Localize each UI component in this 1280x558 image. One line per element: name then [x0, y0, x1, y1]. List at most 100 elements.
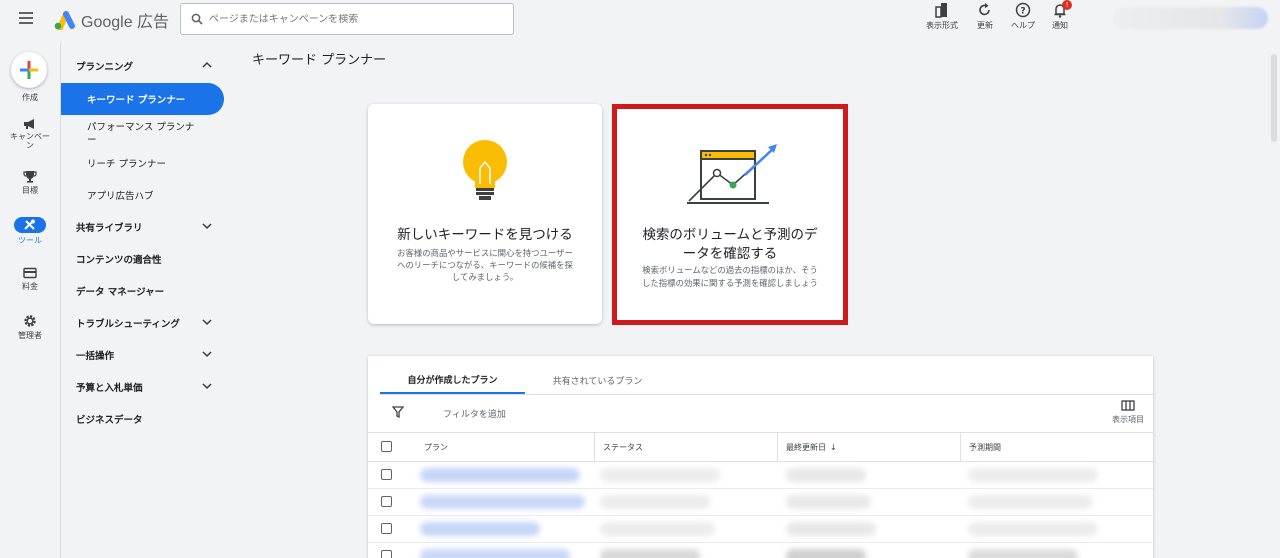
tab-shared-plans[interactable]: 共有されているプラン — [525, 366, 670, 394]
status-blurred — [600, 522, 715, 536]
sort-arrow-icon: ↓ — [830, 443, 837, 452]
nav-data-manager[interactable]: データ マネージャー — [61, 275, 224, 307]
rail-label-goals: 目標 — [22, 186, 38, 195]
card-desc-line-3: してみましょう。 — [451, 272, 519, 282]
card-desc-line-1: お客様の商品やサービスに関心を持つユーザー — [397, 248, 573, 258]
rail-item-goals[interactable]: 目標 — [0, 170, 60, 196]
refresh-button[interactable]: 更新 — [977, 2, 993, 31]
row-checkbox[interactable] — [381, 496, 392, 507]
plan-name-blurred[interactable] — [420, 522, 540, 536]
nav-shared-library[interactable]: 共有ライブラリ — [61, 211, 224, 243]
megaphone-icon — [24, 119, 34, 129]
highlight-frame — [612, 104, 848, 325]
help-button[interactable]: ? ヘルプ — [1011, 2, 1035, 31]
nav-label: データ マネージャー — [76, 287, 165, 298]
column-header-status[interactable]: ステータス — [594, 433, 778, 462]
table-row[interactable] — [368, 516, 1153, 543]
nav-label: パフォーマンス プランナ ー — [87, 122, 195, 146]
credit-card-icon — [23, 267, 37, 279]
create-label: 作成 — [22, 93, 38, 102]
chevron-down-icon — [202, 319, 212, 326]
plan-name-blurred[interactable] — [420, 495, 585, 509]
table-row[interactable] — [368, 489, 1153, 516]
notifications-button[interactable]: ! 通知 — [1052, 0, 1072, 31]
status-blurred — [600, 549, 700, 558]
nav-keyword-planner[interactable]: キーワード プランナー — [61, 83, 224, 115]
plan-name-blurred[interactable] — [420, 468, 580, 482]
notification-badge: ! — [1062, 0, 1072, 10]
menu-icon[interactable] — [19, 12, 39, 28]
nav-label: プランニング — [76, 62, 134, 73]
nav-label: ビジネスデータ — [76, 415, 143, 426]
discover-keywords-card[interactable]: 新しいキーワードを見つける お客様の商品やサービスに関心を持つユーザー へのリー… — [368, 104, 602, 324]
rail-item-campaigns[interactable]: キャンペー ン — [0, 118, 60, 150]
tab-label: 自分が作成したプラン — [407, 375, 498, 386]
filter-icon[interactable] — [392, 406, 404, 418]
search-icon — [191, 13, 203, 25]
column-header-label: 予測期間 — [969, 443, 1001, 452]
nav-reach-planner[interactable]: リーチ プランナー — [61, 147, 224, 179]
period-blurred — [968, 549, 1078, 558]
help-label: ヘルプ — [1011, 21, 1035, 30]
scrollbar-thumb[interactable] — [1271, 54, 1277, 142]
tab-label: 共有されているプラン — [552, 376, 643, 387]
nav-label: リーチ プランナー — [87, 159, 167, 170]
columns-icon — [1121, 400, 1135, 411]
select-all-checkbox[interactable] — [381, 441, 392, 452]
plan-name-blurred[interactable] — [420, 549, 570, 558]
columns-button[interactable]: 表示項目 — [1108, 400, 1148, 425]
search-box[interactable] — [180, 3, 514, 35]
app-name: Google 広告 — [81, 14, 170, 31]
rail-item-tools[interactable]: ツール — [0, 217, 60, 246]
create-button[interactable] — [11, 52, 47, 88]
row-checkbox[interactable] — [381, 550, 392, 558]
help-icon: ? — [1015, 2, 1031, 18]
nav-budgets-bids[interactable]: 予算と入札単価 — [61, 371, 224, 403]
status-blurred — [600, 495, 710, 509]
nav-business-data[interactable]: ビジネスデータ — [61, 403, 224, 435]
row-checkbox[interactable] — [381, 523, 392, 534]
top-bar: Google 広告 表示形式 更新 ? ヘルプ — [0, 0, 1280, 42]
tools-nav-panel: プランニング キーワード プランナー パフォーマンス プランナ ー リーチ プラ… — [60, 42, 228, 558]
period-blurred — [968, 495, 1093, 509]
rail-label-admin: 管理者 — [18, 331, 42, 340]
nav-bulk-actions[interactable]: 一括操作 — [61, 339, 224, 371]
nav-label: トラブルシューティング — [76, 319, 180, 330]
table-row[interactable] — [368, 462, 1153, 489]
search-input[interactable] — [209, 13, 489, 25]
rail-create-label[interactable]: 作成 — [0, 92, 60, 103]
appearance-button[interactable]: 表示形式 — [926, 2, 958, 31]
nav-label: 共有ライブラリ — [76, 223, 143, 234]
tab-my-plans[interactable]: 自分が作成したプラン — [380, 366, 525, 394]
tab-divider — [380, 394, 1153, 395]
nav-label: コンテンツの適合性 — [76, 255, 162, 266]
rail-item-billing[interactable]: 料金 — [0, 267, 60, 292]
account-switcher[interactable] — [1113, 7, 1268, 29]
tools-active-pill — [14, 217, 46, 233]
column-header-last-modified[interactable]: 最終更新日 ↓ — [777, 433, 961, 462]
nav-label: アプリ広告ハブ — [87, 191, 154, 202]
google-ads-logo[interactable]: Google 広告 — [53, 8, 169, 32]
chevron-down-icon — [202, 351, 212, 358]
add-filter-button[interactable]: フィルタを追加 — [443, 407, 506, 420]
table-row[interactable] — [368, 543, 1153, 558]
date-blurred — [786, 468, 866, 482]
column-header-label: プラン — [424, 443, 448, 452]
nav-planning[interactable]: プランニング — [61, 50, 224, 82]
card-desc-line-2: へのリーチにつながる、キーワードの候補を探 — [397, 260, 573, 270]
row-checkbox[interactable] — [381, 469, 392, 480]
plus-icon — [20, 61, 38, 79]
nav-content-suitability[interactable]: コンテンツの適合性 — [61, 243, 224, 275]
refresh-icon — [979, 3, 990, 16]
appearance-label: 表示形式 — [926, 21, 958, 30]
date-blurred — [786, 549, 866, 558]
columns-label: 表示項目 — [1112, 415, 1144, 424]
nav-app-ads-hub[interactable]: アプリ広告ハブ — [61, 179, 224, 211]
nav-troubleshooting[interactable]: トラブルシューティング — [61, 307, 224, 339]
nav-label: キーワード プランナー — [87, 95, 186, 106]
trophy-icon — [23, 171, 37, 183]
rail-item-admin[interactable]: 管理者 — [0, 314, 60, 341]
refresh-label: 更新 — [977, 21, 993, 30]
column-header-plan[interactable]: プラン — [416, 433, 596, 462]
column-header-forecast-period[interactable]: 予測期間 — [960, 433, 1153, 462]
